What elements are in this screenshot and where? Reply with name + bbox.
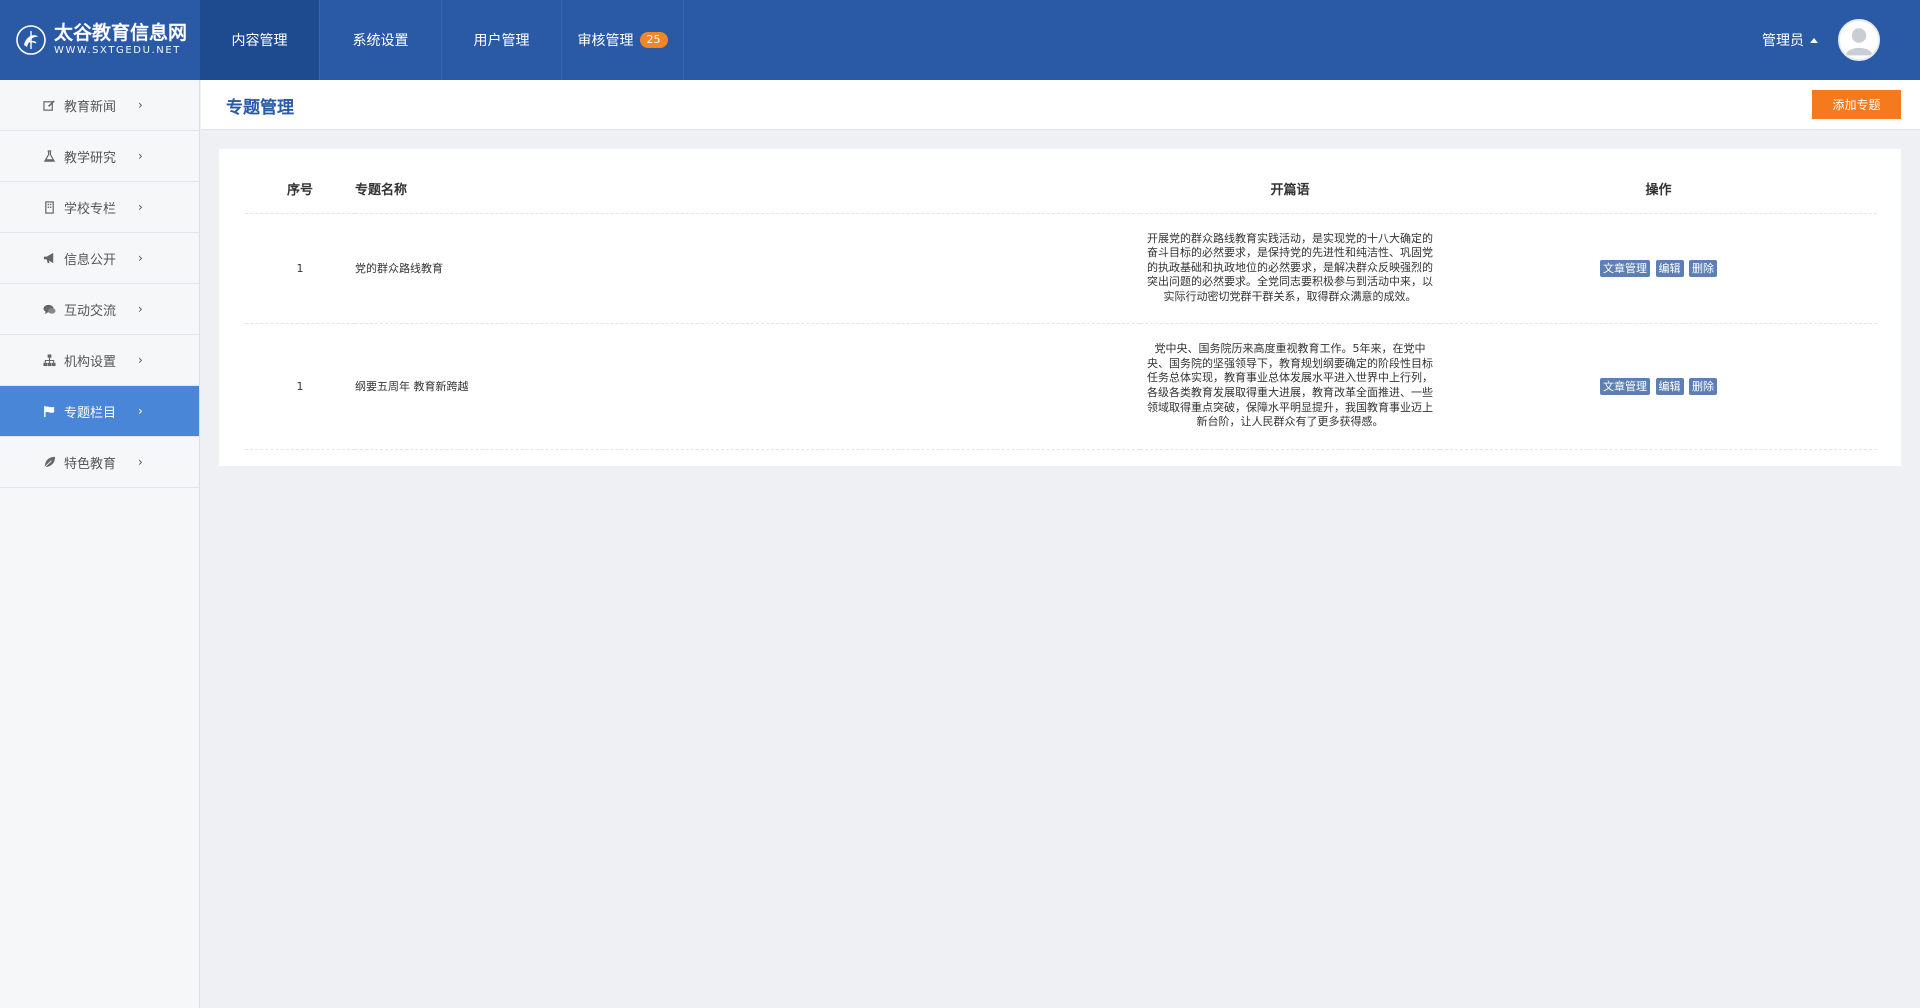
article-manage-button[interactable]: 文章管理 [1600, 259, 1650, 277]
topic-table: 序号 专题名称 开篇语 操作 1 党的群众路线教育 开展党的群众路线教育实践活动… [245, 165, 1877, 450]
table-row: 1 党的群众路线教育 开展党的群众路线教育实践活动，是实现党的十八大确定的奋斗目… [245, 213, 1877, 324]
delete-button[interactable]: 删除 [1689, 377, 1717, 395]
nav-label: 内容管理 [231, 33, 288, 49]
chevron-right-icon: › [138, 353, 143, 367]
header-opening: 开篇语 [1140, 165, 1440, 214]
nav-label: 审核管理 [577, 33, 634, 49]
sidebar: 教育新闻 › 教学研究 › 学校专栏 › 信息公开 › 互动交流 › 机构设置 … [0, 80, 200, 1008]
user-avatar-icon [1840, 21, 1878, 59]
nav-label: 用户管理 [473, 33, 530, 49]
nav-content-management[interactable]: 内容管理 [200, 0, 320, 80]
chevron-right-icon: › [138, 455, 143, 469]
page-title: 专题管理 [226, 98, 294, 118]
article-manage-button[interactable]: 文章管理 [1600, 377, 1650, 395]
megaphone-icon [42, 251, 56, 265]
sidebar-item-featured-education[interactable]: 特色教育 › [0, 437, 199, 488]
logo-title: 太谷教育信息网 [54, 22, 188, 44]
top-bar: 太谷教育信息网 WWW.SXTGEDU.NET 内容管理 系统设置 用户管理 审… [0, 0, 1920, 80]
caret-up-icon [1810, 37, 1818, 43]
cell-no: 1 [245, 323, 355, 450]
nav-system-settings[interactable]: 系统设置 [320, 0, 442, 80]
chevron-right-icon: › [138, 404, 143, 418]
cell-no: 1 [245, 213, 355, 324]
avatar[interactable] [1838, 19, 1880, 61]
edit-icon [42, 98, 56, 112]
chevron-right-icon: › [138, 98, 143, 112]
logo-subtitle: WWW.SXTGEDU.NET [54, 45, 181, 56]
sidebar-item-label: 信息公开 [64, 252, 117, 268]
header-no: 序号 [245, 165, 355, 214]
nav-user-management[interactable]: 用户管理 [442, 0, 562, 80]
opening-text: 党中央、国务院历来高度重视教育工作。5年来，在党中央、国务院的坚强领导下，教育规… [1147, 342, 1433, 429]
add-topic-button[interactable]: 添加专题 [1812, 90, 1901, 119]
building-icon [42, 200, 56, 214]
sidebar-item-teaching-research[interactable]: 教学研究 › [0, 131, 199, 182]
table-row: 1 纲要五周年 教育新跨越 党中央、国务院历来高度重视教育工作。5年来，在党中央… [245, 323, 1877, 450]
chevron-right-icon: › [138, 302, 143, 316]
chevron-right-icon: › [138, 149, 143, 163]
sidebar-item-interaction[interactable]: 互动交流 › [0, 284, 199, 335]
opening-text: 开展党的群众路线教育实践活动，是实现党的十八大确定的奋斗目标的必然要求，是保持党… [1147, 231, 1433, 303]
chevron-right-icon: › [138, 200, 143, 214]
nav-label: 系统设置 [352, 33, 409, 49]
flask-icon [42, 149, 56, 163]
delete-button[interactable]: 删除 [1689, 259, 1717, 277]
sidebar-item-label: 学校专栏 [64, 201, 117, 217]
sidebar-item-label: 教育新闻 [64, 99, 117, 115]
sidebar-item-label: 特色教育 [64, 456, 117, 472]
cell-ops: 文章管理 编辑 删除 [1440, 323, 1877, 450]
cell-name: 纲要五周年 教育新跨越 [355, 323, 1140, 450]
sidebar-item-special-column[interactable]: 专题栏目 › [0, 386, 199, 437]
topic-table-card: 序号 专题名称 开篇语 操作 1 党的群众路线教育 开展党的群众路线教育实践活动… [219, 149, 1901, 466]
header-ops: 操作 [1440, 165, 1877, 214]
sidebar-item-organization[interactable]: 机构设置 › [0, 335, 199, 386]
cell-ops: 文章管理 编辑 删除 [1440, 213, 1877, 324]
comments-icon [42, 302, 56, 316]
user-menu[interactable]: 管理员 [1762, 0, 1880, 80]
main-nav: 内容管理 系统设置 用户管理 审核管理 25 [200, 0, 684, 80]
edit-button[interactable]: 编辑 [1655, 377, 1684, 395]
header-name: 专题名称 [355, 165, 1140, 214]
user-name: 管理员 [1762, 33, 1804, 49]
sidebar-item-school-column[interactable]: 学校专栏 › [0, 182, 199, 233]
sidebar-item-label: 互动交流 [64, 303, 117, 319]
content-header: 专题管理 添加专题 [201, 80, 1920, 130]
sidebar-item-label: 机构设置 [64, 354, 117, 370]
sidebar-item-label: 专题栏目 [64, 405, 117, 421]
sitemap-icon [42, 353, 56, 367]
logo-icon [16, 25, 46, 55]
site-logo[interactable]: 太谷教育信息网 WWW.SXTGEDU.NET [0, 0, 200, 80]
chevron-right-icon: › [138, 251, 143, 265]
cell-opening: 党中央、国务院历来高度重视教育工作。5年来，在党中央、国务院的坚强领导下，教育规… [1140, 323, 1440, 450]
flag-icon [42, 404, 56, 418]
edit-button[interactable]: 编辑 [1655, 259, 1684, 277]
nav-review-management[interactable]: 审核管理 25 [562, 0, 684, 80]
table-header-row: 序号 专题名称 开篇语 操作 [245, 165, 1877, 214]
cell-name: 党的群众路线教育 [355, 213, 1140, 324]
cell-opening: 开展党的群众路线教育实践活动，是实现党的十八大确定的奋斗目标的必然要求，是保持党… [1140, 213, 1440, 324]
review-count-badge: 25 [639, 32, 668, 48]
sidebar-item-info-disclosure[interactable]: 信息公开 › [0, 233, 199, 284]
sidebar-item-label: 教学研究 [64, 150, 117, 166]
leaf-icon [42, 455, 56, 469]
sidebar-item-education-news[interactable]: 教育新闻 › [0, 80, 199, 131]
